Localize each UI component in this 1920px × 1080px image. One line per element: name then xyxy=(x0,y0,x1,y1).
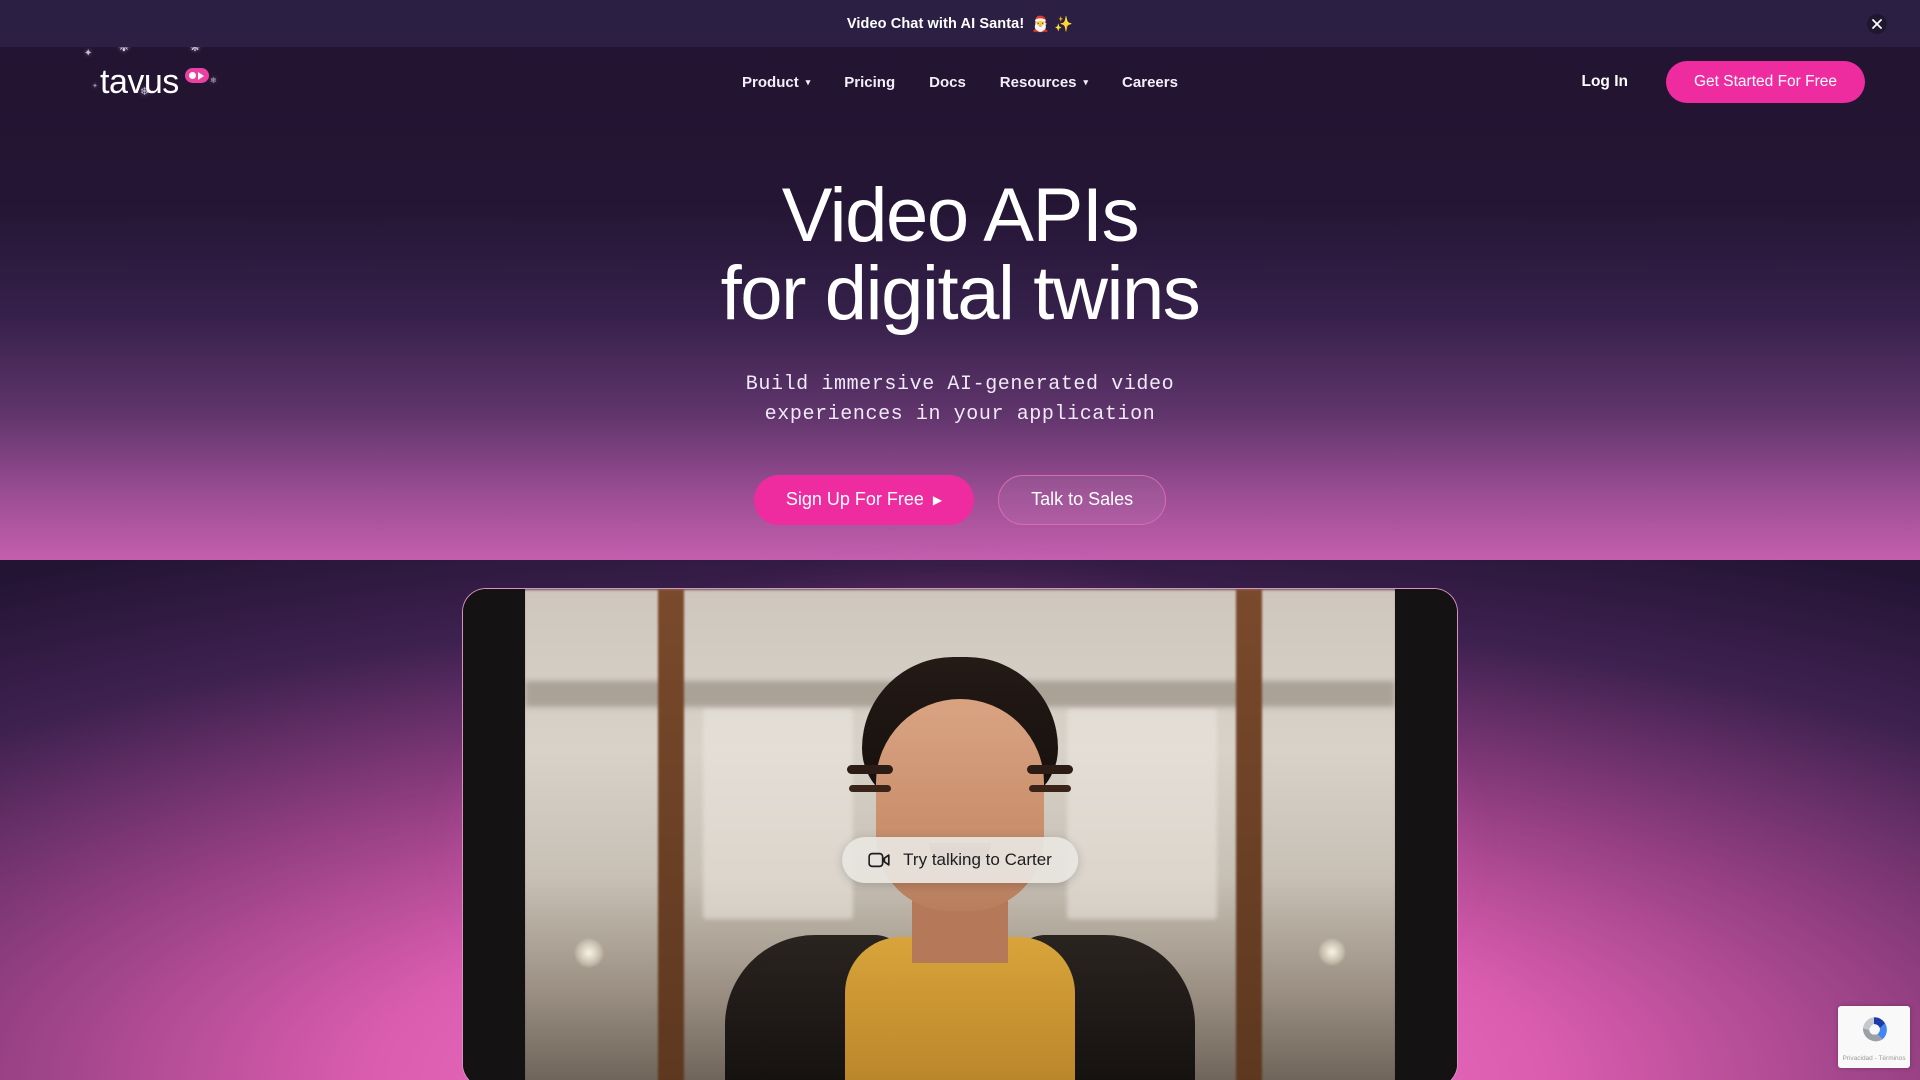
nav-item-docs[interactable]: Docs xyxy=(929,74,966,91)
post-left xyxy=(658,589,684,1080)
chevron-down-icon: ▾ xyxy=(1083,76,1089,87)
nav-label: Careers xyxy=(1122,73,1178,91)
hero-section: Video APIs for digital twins Build immer… xyxy=(0,117,1920,525)
nav-item-resources[interactable]: Resources ▾ xyxy=(1000,74,1088,91)
nav-item-pricing[interactable]: Pricing xyxy=(844,74,895,91)
nav-label: Docs xyxy=(929,73,966,91)
nav-item-careers[interactable]: Careers xyxy=(1122,74,1178,91)
chevron-down-icon: ▾ xyxy=(805,76,811,87)
announcement-banner-text: Video Chat with AI Santa! 🎅 ✨ xyxy=(847,15,1073,33)
recaptcha-legal-text: Privacidad - Términos xyxy=(1842,1054,1906,1062)
nav-item-product[interactable]: Product ▾ xyxy=(742,74,810,91)
hero-subtitle: Build immersive AI-generated video exper… xyxy=(746,370,1174,430)
header-actions: Log In Get Started For Free xyxy=(1582,61,1865,103)
eye-right xyxy=(1029,785,1071,792)
try-talking-to-carter-button[interactable]: Try talking to Carter xyxy=(842,837,1078,883)
logo-wordmark: tavus xyxy=(100,63,179,101)
snowflake-icon: ❄ xyxy=(210,76,217,85)
hero-subtitle-line-1: Build immersive AI-generated video xyxy=(745,372,1175,396)
letterbox-right xyxy=(1395,589,1457,1080)
get-started-button[interactable]: Get Started For Free xyxy=(1666,61,1865,103)
log-in-link[interactable]: Log In xyxy=(1582,73,1629,91)
play-triangle-icon: ▶ xyxy=(932,492,943,507)
hero-subtitle-line-2: experiences in your application xyxy=(764,402,1156,426)
page-root: Video Chat with AI Santa! 🎅 ✨ ✦ ❉ ❋ ❄ ✦ … xyxy=(0,0,1920,1080)
letterbox-left xyxy=(463,589,525,1080)
announcement-banner-label: Video Chat with AI Santa! xyxy=(846,15,1025,32)
video-camera-icon xyxy=(868,852,890,868)
bokeh-light-right xyxy=(1319,939,1345,965)
eyebrow-right xyxy=(1027,765,1073,774)
site-header: ✦ ❉ ❋ ❄ ✦ ❄ tavus Product ▾ Pricing xyxy=(0,39,1920,117)
play-record-badge-icon xyxy=(184,68,209,83)
snowflake-icon: ✦ xyxy=(92,83,98,90)
hero-actions: Sign Up For Free ▶ Talk to Sales xyxy=(753,474,1167,525)
hero-video[interactable]: Try talking to Carter xyxy=(436,562,1484,1080)
recaptcha-icon xyxy=(1857,1013,1891,1052)
badge-triangle xyxy=(198,71,205,80)
eyebrow-left xyxy=(847,765,893,774)
eye-left xyxy=(849,785,891,792)
logo-text-wrap: ✦ ❉ ❋ ❄ ✦ ❄ tavus xyxy=(84,39,217,101)
nav-label: Pricing xyxy=(844,73,896,91)
video-player[interactable]: Try talking to Carter xyxy=(462,588,1458,1080)
video-still xyxy=(463,589,1457,1080)
nav-label: Product xyxy=(742,73,799,91)
santa-sparkle-emoji: 🎅 ✨ xyxy=(1031,15,1074,33)
hero-title-line-2: for digital twins xyxy=(720,251,1201,337)
sign-up-for-free-button[interactable]: Sign Up For Free ▶ xyxy=(753,474,975,525)
snowflake-icon: ✦ xyxy=(84,48,92,59)
announcement-banner[interactable]: Video Chat with AI Santa! 🎅 ✨ xyxy=(0,0,1920,47)
main-nav: Product ▾ Pricing Docs Resources ▾ Caree… xyxy=(742,74,1178,91)
hero-title-line-1: Video APIs xyxy=(781,173,1140,258)
logo[interactable]: ✦ ❉ ❋ ❄ ✦ ❄ tavus xyxy=(84,39,217,101)
badge-dot xyxy=(189,72,197,79)
bokeh-light-left xyxy=(575,939,603,967)
recaptcha-badge[interactable]: Privacidad - Términos xyxy=(1838,1006,1910,1068)
try-talking-label: Try talking to Carter xyxy=(903,850,1052,869)
post-right xyxy=(1236,589,1262,1080)
page-title: Video APIs for digital twins xyxy=(720,176,1201,337)
nav-label: Resources xyxy=(999,73,1077,91)
sign-up-label: Sign Up For Free xyxy=(785,489,924,510)
close-icon[interactable] xyxy=(1864,11,1890,37)
talk-to-sales-button[interactable]: Talk to Sales xyxy=(998,474,1167,525)
